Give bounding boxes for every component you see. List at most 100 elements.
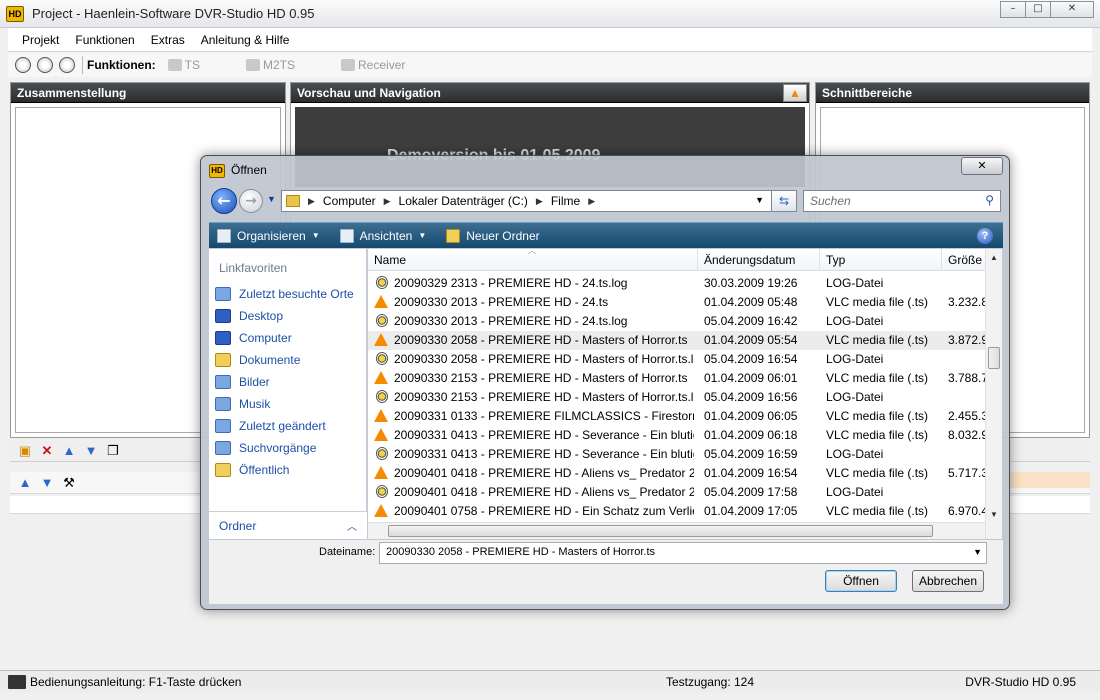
copy-icon[interactable]: ❐ bbox=[105, 443, 121, 459]
search-input[interactable]: Suchen ⚲ bbox=[803, 190, 1001, 212]
organize-button[interactable]: Organisieren ▼ bbox=[217, 228, 320, 243]
file-row[interactable]: 20090330 2058 - PREMIERE HD - Masters of… bbox=[368, 350, 985, 369]
file-row[interactable]: 20090330 2058 - PREMIERE HD - Masters of… bbox=[368, 331, 988, 350]
status-app-icon bbox=[8, 674, 26, 689]
file-date: 01.04.2009 06:01 bbox=[704, 371, 798, 385]
column-header-row: ︿ Name Änderungsdatum Typ Größe bbox=[368, 249, 985, 271]
menu-funktionen[interactable]: Funktionen bbox=[67, 33, 142, 47]
file-row[interactable]: 20090331 0413 - PREMIERE HD - Severance … bbox=[368, 426, 988, 445]
tool-icon[interactable]: ⚒ bbox=[61, 475, 77, 491]
column-type[interactable]: Typ bbox=[820, 249, 942, 271]
file-size: 3.872.98 bbox=[948, 333, 988, 347]
address-dropdown-icon[interactable]: ▼ bbox=[755, 195, 764, 205]
timeline-up-icon[interactable]: ▲ bbox=[17, 475, 33, 491]
dialog-close-button[interactable]: ✕ bbox=[961, 157, 1003, 175]
column-date[interactable]: Änderungsdatum bbox=[698, 249, 820, 271]
breadcrumb-local-disk[interactable]: Lokaler Datenträger (C:) bbox=[399, 194, 528, 208]
organize-icon bbox=[217, 228, 231, 243]
music-icon bbox=[215, 397, 231, 411]
function-m2ts-button[interactable]: M2TS bbox=[246, 58, 295, 72]
address-bar[interactable]: ▶ Computer ▶ Lokaler Datenträger (C:) ▶ … bbox=[281, 190, 797, 212]
nav-item[interactable]: Musik bbox=[213, 393, 365, 415]
column-size[interactable]: Größe bbox=[942, 249, 985, 271]
nav-item[interactable]: Dokumente bbox=[213, 349, 365, 371]
favorites-list: Zuletzt besuchte Orte Desktop Computer Doku… bbox=[213, 283, 365, 481]
clock-icon[interactable] bbox=[15, 57, 31, 73]
m2ts-icon bbox=[246, 59, 260, 71]
settings-disc-icon[interactable] bbox=[37, 57, 53, 73]
nav-item[interactable]: Öffentlich bbox=[213, 459, 365, 481]
statusbar: Bedienungsanleitung: F1-Taste drücken Te… bbox=[0, 670, 1100, 692]
timeline-down-icon[interactable]: ▼ bbox=[39, 475, 55, 491]
chevron-down-icon: ▼ bbox=[311, 231, 320, 240]
open-button[interactable]: Öffnen bbox=[825, 570, 897, 592]
recent-places-icon bbox=[215, 287, 231, 301]
file-date: 05.04.2009 16:42 bbox=[704, 314, 798, 328]
file-row[interactable]: 20090330 2153 - PREMIERE HD - Masters of… bbox=[368, 388, 985, 407]
views-button[interactable]: Ansichten ▼ bbox=[339, 228, 426, 243]
file-row[interactable]: 20090330 2153 - PREMIERE HD - Masters of… bbox=[368, 369, 988, 388]
menu-projekt[interactable]: Projekt bbox=[14, 33, 67, 47]
breadcrumb-computer[interactable]: Computer bbox=[323, 194, 376, 208]
menu-anleitung-hilfe[interactable]: Anleitung & Hilfe bbox=[193, 33, 298, 47]
function-m2ts-label: M2TS bbox=[263, 58, 296, 72]
search-icon[interactable]: ⚲ bbox=[985, 193, 994, 207]
help-icon[interactable]: ? bbox=[977, 228, 993, 244]
menu-extras[interactable]: Extras bbox=[143, 33, 193, 47]
maximize-button[interactable]: □ bbox=[1025, 1, 1051, 18]
back-button[interactable]: ← bbox=[211, 188, 237, 214]
file-row[interactable]: 20090401 0418 - PREMIERE HD - Aliens vs_… bbox=[368, 483, 985, 502]
minimize-button[interactable]: – bbox=[1000, 1, 1026, 18]
file-type: LOG-Datei bbox=[826, 352, 884, 366]
folders-toggle[interactable]: Ordner ︿ bbox=[209, 511, 367, 539]
file-row[interactable]: 20090401 0418 - PREMIERE HD - Aliens vs_… bbox=[368, 464, 988, 483]
nav-item[interactable]: Desktop bbox=[213, 305, 365, 327]
nav-item[interactable]: Suchvorgänge bbox=[213, 437, 365, 459]
new-folder-button[interactable]: Neuer Ordner bbox=[446, 228, 540, 243]
horizontal-scroll-thumb[interactable] bbox=[388, 525, 933, 537]
cancel-button[interactable]: Abbrechen bbox=[912, 570, 984, 592]
nav-item-label: Musik bbox=[239, 397, 271, 411]
function-ts-button[interactable]: TS bbox=[167, 58, 200, 72]
scroll-down-icon[interactable]: ▼ bbox=[990, 510, 998, 519]
nav-item[interactable]: Computer bbox=[213, 327, 365, 349]
file-type: VLC media file (.ts) bbox=[826, 371, 929, 385]
function-receiver-button[interactable]: Receiver bbox=[341, 58, 405, 72]
new-folder-label: Neuer Ordner bbox=[466, 228, 540, 243]
nav-item[interactable]: Zuletzt geändert bbox=[213, 415, 365, 437]
add-folder-icon[interactable]: ▣ bbox=[17, 443, 33, 459]
file-row[interactable]: 20090329 2313 - PREMIERE HD - 24.ts.log 3… bbox=[368, 274, 985, 293]
vlc-file-icon bbox=[374, 333, 388, 346]
file-row[interactable]: 20090330 2013 - PREMIERE HD - 24.ts.log 0… bbox=[368, 312, 985, 331]
close-button[interactable]: ✕ bbox=[1050, 1, 1094, 18]
file-row[interactable]: 20090331 0133 - PREMIERE FILMCLASSICS - … bbox=[368, 407, 988, 426]
filename-input[interactable]: 20090330 2058 - PREMIERE HD - Masters of… bbox=[379, 542, 987, 564]
horizontal-scrollbar[interactable] bbox=[368, 522, 985, 539]
tools-disc-icon[interactable] bbox=[59, 57, 75, 73]
filename-area: Dateiname: 20090330 2058 - PREMIERE HD -… bbox=[209, 540, 1003, 604]
file-type: VLC media file (.ts) bbox=[826, 466, 929, 480]
file-name: 20090331 0413 - PREMIERE HD - Severance … bbox=[394, 447, 694, 461]
move-down-icon[interactable]: ▼ bbox=[83, 443, 99, 459]
chevron-up-icon: ︿ bbox=[347, 522, 357, 533]
refresh-button[interactable]: ⇆ bbox=[771, 190, 797, 212]
scroll-up-icon[interactable]: ▲ bbox=[990, 253, 998, 262]
new-folder-icon bbox=[446, 228, 461, 243]
file-row[interactable]: 20090331 0413 - PREMIERE HD - Severance … bbox=[368, 445, 985, 464]
recent-pages-dropdown[interactable]: ▼ bbox=[267, 194, 276, 204]
move-up-icon[interactable]: ▲ bbox=[61, 443, 77, 459]
forward-button[interactable]: → bbox=[239, 189, 263, 213]
delete-icon[interactable]: ✕ bbox=[39, 443, 55, 459]
breadcrumb-filme[interactable]: Filme bbox=[551, 194, 580, 208]
searches-icon bbox=[215, 441, 231, 455]
vertical-scrollbar[interactable]: ▲ ▼ bbox=[985, 249, 1002, 539]
file-row[interactable]: 20090401 0758 - PREMIERE HD - Ein Schatz… bbox=[368, 502, 988, 521]
nav-item-label: Bilder bbox=[239, 375, 270, 389]
nav-item[interactable]: Zuletzt besuchte Orte bbox=[213, 283, 365, 305]
column-name[interactable]: Name bbox=[368, 249, 698, 271]
nav-item[interactable]: Bilder bbox=[213, 371, 365, 393]
vertical-scroll-thumb[interactable] bbox=[988, 347, 1000, 369]
file-row[interactable]: 20090330 2013 - PREMIERE HD - 24.ts 01.04… bbox=[368, 293, 988, 312]
preview-up-button[interactable]: ▲ bbox=[783, 84, 807, 102]
filename-dropdown-icon[interactable]: ▼ bbox=[973, 547, 982, 557]
